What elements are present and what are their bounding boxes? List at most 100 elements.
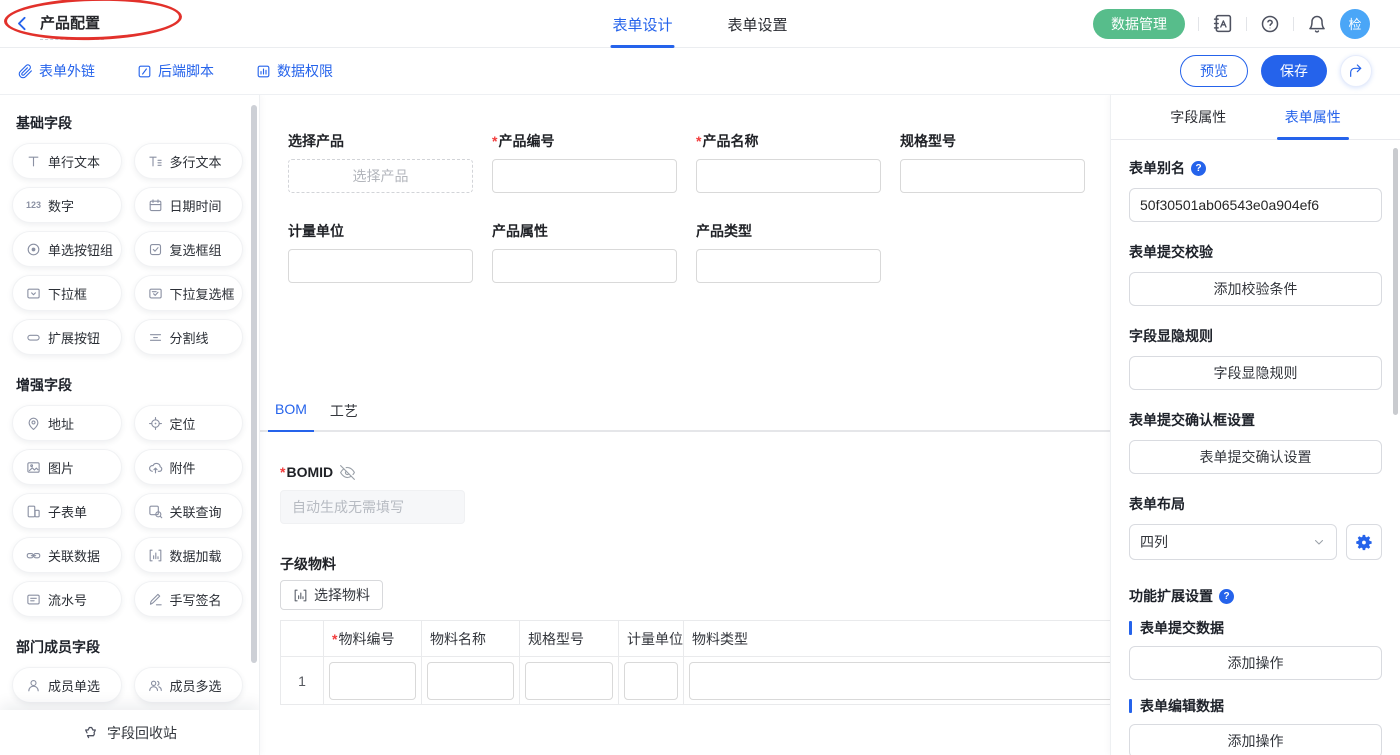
- tab-process[interactable]: 工艺: [323, 401, 365, 430]
- field-item-divider-line[interactable]: 分割线: [134, 319, 244, 355]
- field-select-product[interactable]: 选择产品 选择产品: [288, 131, 473, 193]
- field-product-name[interactable]: 产品名称: [696, 131, 881, 193]
- product-attr-input[interactable]: [492, 249, 677, 283]
- field-item-number[interactable]: 数字: [12, 187, 122, 223]
- field-product-type[interactable]: 产品类型: [696, 221, 881, 283]
- form-external-link-button[interactable]: 表单外链: [18, 61, 95, 81]
- product-type-input[interactable]: [696, 249, 881, 283]
- field-recycle-bin-button[interactable]: 字段回收站: [0, 710, 259, 755]
- add-validation-button[interactable]: 添加校验条件: [1129, 272, 1382, 306]
- panel-scrollbar-thumb[interactable]: [1393, 148, 1398, 415]
- field-palette-sidebar: 基础字段 单行文本 多行文本 数字 日期时间 单选按钮组 复选框组 下拉框 下拉…: [0, 95, 260, 755]
- field-unit[interactable]: 计量单位: [288, 221, 473, 283]
- bomid-input[interactable]: [280, 490, 465, 524]
- notification-bell-icon[interactable]: [1307, 14, 1327, 34]
- save-button[interactable]: 保存: [1261, 55, 1327, 87]
- material-unit-input[interactable]: [624, 662, 678, 700]
- add-edit-action-button[interactable]: 添加操作: [1129, 724, 1382, 755]
- calendar-icon: [148, 198, 163, 213]
- field-item-checkbox-group[interactable]: 复选框组: [134, 231, 244, 267]
- backend-script-button[interactable]: 后端脚本: [137, 61, 214, 81]
- field-item-single-line-text[interactable]: 单行文本: [12, 143, 122, 179]
- help-icon[interactable]: [1191, 161, 1206, 176]
- tab-bom[interactable]: BOM: [268, 401, 314, 430]
- share-button[interactable]: [1340, 55, 1372, 87]
- field-item-location[interactable]: 定位: [134, 405, 244, 441]
- eye-off-icon[interactable]: [340, 465, 355, 480]
- field-item-select[interactable]: 下拉框: [12, 275, 122, 311]
- tab-form-design[interactable]: 表单设计: [612, 0, 672, 48]
- basic-fields-grid: 单行文本 多行文本 数字 日期时间 单选按钮组 复选框组 下拉框 下拉复选框 扩…: [12, 143, 243, 355]
- field-item-member-single[interactable]: 成员单选: [12, 667, 122, 703]
- back-icon[interactable]: [14, 15, 31, 32]
- image-icon: [26, 460, 41, 475]
- field-item-related-data[interactable]: 关联数据: [12, 537, 122, 573]
- section-title-basic-fields: 基础字段: [16, 113, 243, 133]
- material-name-input[interactable]: [427, 662, 514, 700]
- avatar[interactable]: 检: [1340, 9, 1370, 39]
- field-item-signature[interactable]: 手写签名: [134, 581, 244, 617]
- field-bomid[interactable]: BOMID: [280, 462, 1110, 482]
- field-product-code[interactable]: 产品编号: [492, 131, 677, 193]
- layout-settings-button[interactable]: [1346, 524, 1382, 560]
- submit-confirm-button[interactable]: 表单提交确认设置: [1129, 440, 1382, 474]
- preview-button[interactable]: 预览: [1180, 55, 1248, 87]
- subtable-header-row: 物料编号 物料名称 规格型号 计量单位 物料类型: [281, 621, 1111, 657]
- column-header-material-name: 物料名称: [422, 621, 520, 657]
- field-item-radio-group[interactable]: 单选按钮组: [12, 231, 122, 267]
- field-item-address[interactable]: 地址: [12, 405, 122, 441]
- unit-input[interactable]: [288, 249, 473, 283]
- field-item-member-multi[interactable]: 成员多选: [134, 667, 244, 703]
- field-item-related-query[interactable]: 关联查询: [134, 493, 244, 529]
- data-load-icon: [148, 548, 163, 563]
- submit-validation-label: 表单提交校验: [1129, 242, 1382, 262]
- tab-field-properties[interactable]: 字段属性: [1141, 95, 1256, 139]
- index-column-header: [281, 621, 324, 657]
- form-alias-input[interactable]: [1129, 188, 1382, 222]
- tab-form-settings[interactable]: 表单设置: [728, 0, 788, 48]
- field-item-serial-number[interactable]: 流水号: [12, 581, 122, 617]
- data-permission-button[interactable]: 数据权限: [256, 61, 333, 81]
- select-product-box[interactable]: 选择产品: [288, 159, 473, 193]
- link-icon: [18, 64, 33, 79]
- select-material-button[interactable]: 选择物料: [280, 580, 383, 610]
- field-item-datetime[interactable]: 日期时间: [134, 187, 244, 223]
- app-header: 产品配置 表单设计 表单设置 数据管理 检: [0, 0, 1400, 48]
- help-icon[interactable]: [1260, 14, 1280, 34]
- field-spec-model[interactable]: 规格型号: [900, 131, 1085, 193]
- checkbox-group-icon: [148, 242, 163, 257]
- spec-model-input[interactable]: [900, 159, 1085, 193]
- single-line-text-icon: [26, 154, 41, 169]
- field-item-multi-select[interactable]: 下拉复选框: [134, 275, 244, 311]
- layout-select[interactable]: 四列: [1129, 524, 1337, 560]
- panel-tabs: 字段属性 表单属性: [1111, 95, 1400, 140]
- column-header-unit: 计量单位: [619, 621, 684, 657]
- field-item-image[interactable]: 图片: [12, 449, 122, 485]
- product-name-input[interactable]: [696, 159, 881, 193]
- section-title-enhanced-fields: 增强字段: [16, 375, 243, 395]
- field-product-attr[interactable]: 产品属性: [492, 221, 677, 283]
- field-item-subform[interactable]: 子表单: [12, 493, 122, 529]
- add-submit-action-button[interactable]: 添加操作: [1129, 646, 1382, 680]
- serial-number-icon: [26, 592, 41, 607]
- help-icon[interactable]: [1219, 589, 1234, 604]
- form-layout-label: 表单布局: [1129, 494, 1382, 514]
- field-visibility-button[interactable]: 字段显隐规则: [1129, 356, 1382, 390]
- field-item-extend-button[interactable]: 扩展按钮: [12, 319, 122, 355]
- product-code-input[interactable]: [492, 159, 677, 193]
- material-spec-input[interactable]: [525, 662, 613, 700]
- signature-icon: [148, 592, 163, 607]
- contacts-icon[interactable]: [1212, 13, 1233, 34]
- material-type-input[interactable]: [689, 662, 1110, 700]
- tab-form-properties[interactable]: 表单属性: [1256, 95, 1371, 139]
- field-item-data-load[interactable]: 数据加载: [134, 537, 244, 573]
- sidebar-scrollbar-thumb[interactable]: [251, 105, 257, 663]
- back-group[interactable]: 产品配置: [14, 12, 100, 35]
- field-item-multi-line-text[interactable]: 多行文本: [134, 143, 244, 179]
- material-code-input[interactable]: [329, 662, 416, 700]
- field-item-attachment[interactable]: 附件: [134, 449, 244, 485]
- form-designer-app: 产品配置 表单设计 表单设置 数据管理 检 表单外链 后端脚本: [0, 0, 1400, 755]
- field-visibility-label: 字段显隐规则: [1129, 326, 1382, 346]
- data-manage-button[interactable]: 数据管理: [1093, 9, 1185, 39]
- form-canvas[interactable]: 选择产品 选择产品 产品编号 产品名称 规格型号 计量单位: [260, 95, 1110, 755]
